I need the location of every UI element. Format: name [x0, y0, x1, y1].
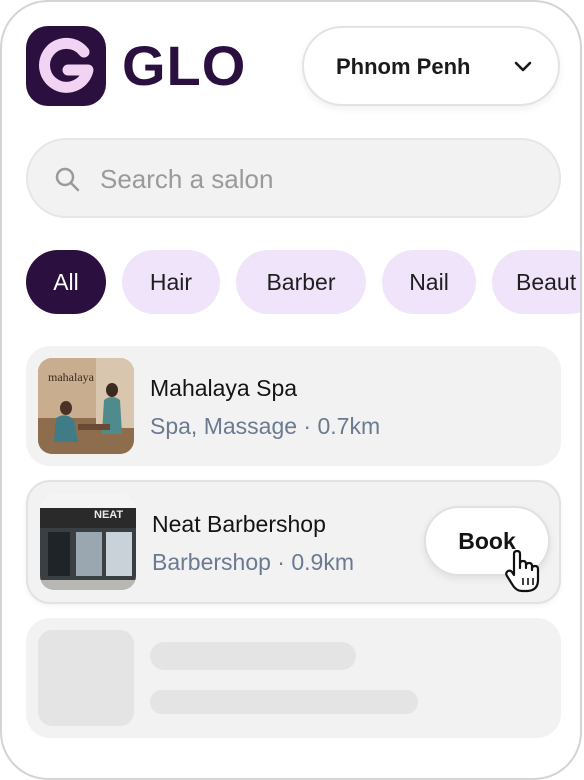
logo-wordmark: GLO: [122, 34, 247, 97]
thumbnail-sign: NEAT: [94, 509, 124, 521]
location-label: Phnom Penh: [336, 54, 471, 79]
phone-frame: GLO Phnom Penh All Hair Barber Nail Beau…: [0, 0, 582, 780]
glo-logo-icon: [26, 26, 106, 106]
salon-subtitle: Spa, Massage · 0.7km: [150, 413, 381, 439]
category-chip-all[interactable]: All: [26, 250, 106, 314]
category-chip-barber[interactable]: Barber: [236, 250, 366, 314]
search-bar[interactable]: [26, 138, 561, 218]
skeleton-subtitle: [150, 690, 418, 714]
search-input[interactable]: [98, 162, 522, 196]
salon-name: Neat Barbershop: [152, 511, 326, 537]
salon-card-mahalaya[interactable]: mahalaya Mahalaya Spa Spa, Massage · 0.7…: [26, 346, 561, 466]
location-selector[interactable]: Phnom Penh: [302, 26, 560, 106]
salon-card-loading-skeleton: [26, 618, 561, 738]
category-chip-hair[interactable]: Hair: [122, 250, 220, 314]
thumbnail-sign: mahalaya: [48, 370, 94, 384]
search-icon: [55, 167, 80, 192]
salon-thumbnail: NEAT: [40, 494, 136, 590]
chevron-down-icon: [514, 61, 532, 72]
category-chip-beauty[interactable]: Beaut: [492, 250, 580, 314]
salon-thumbnail: mahalaya: [38, 358, 134, 454]
skeleton-thumbnail: [38, 630, 134, 726]
hand-pointer-cursor-icon: [505, 550, 540, 593]
skeleton-title: [150, 642, 356, 670]
salon-name: Mahalaya Spa: [150, 375, 298, 401]
salon-card-neat-barbershop[interactable]: NEAT Neat Barbershop Barbershop · 0.9km …: [26, 480, 561, 604]
salon-subtitle: Barbershop · 0.9km: [152, 549, 354, 575]
category-chip-nail[interactable]: Nail: [382, 250, 476, 314]
